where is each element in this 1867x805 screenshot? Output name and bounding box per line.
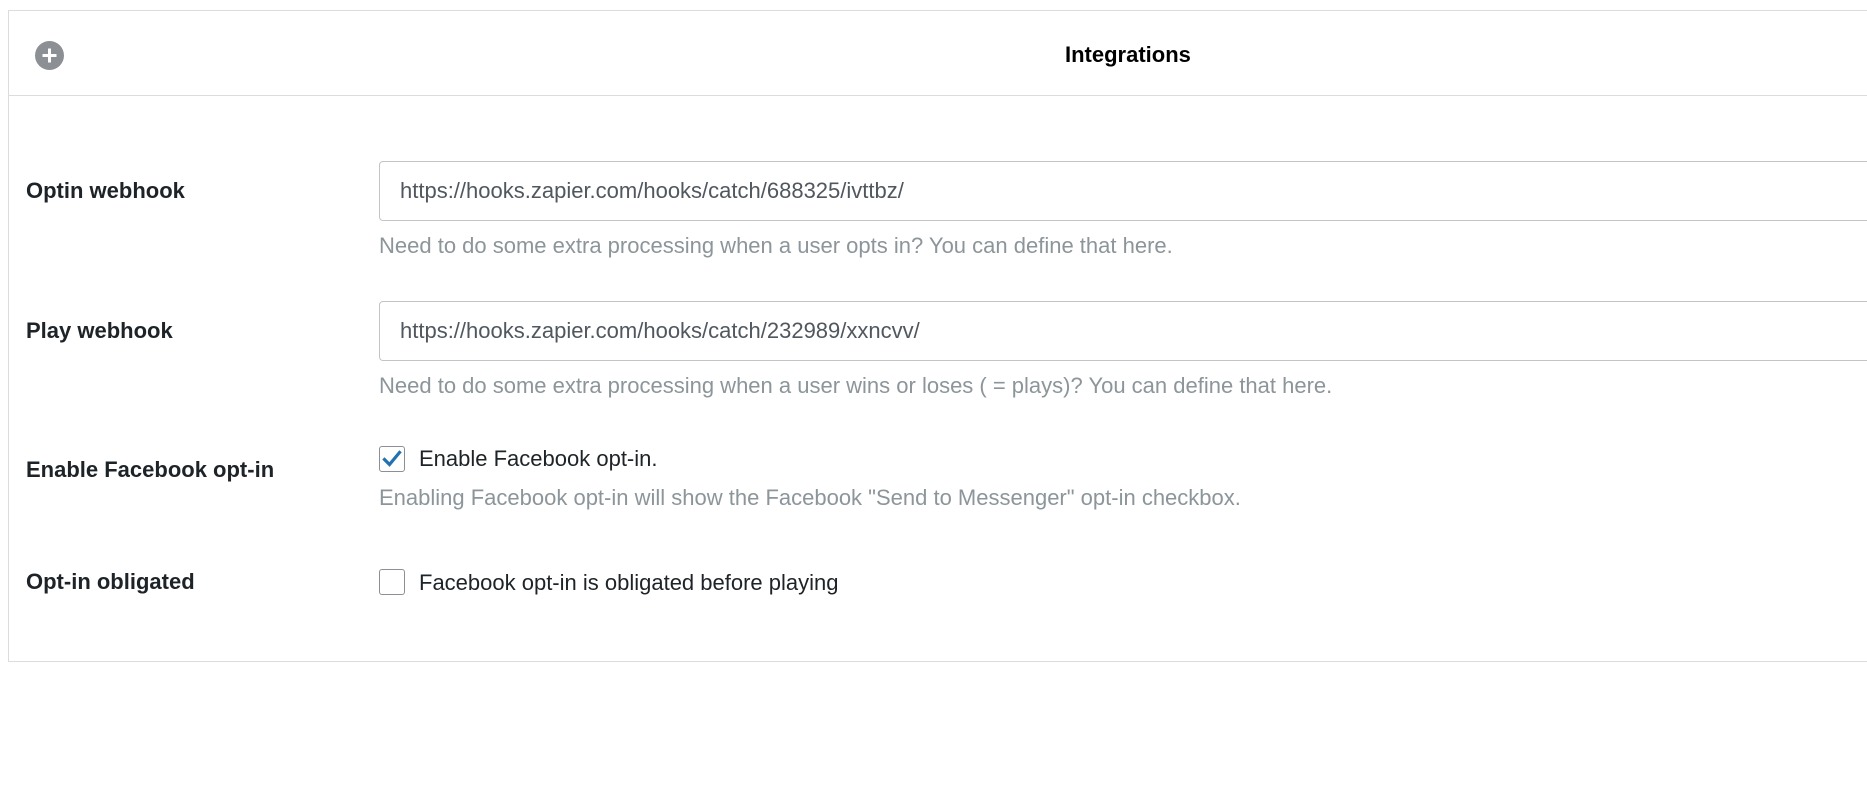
integrations-panel: Integrations Optin webhook Need to do so… xyxy=(8,10,1867,662)
plus-circle-icon xyxy=(42,48,57,63)
facebook-optin-checkbox-label[interactable]: Enable Facebook opt-in. xyxy=(419,445,658,473)
panel-title: Integrations xyxy=(1065,42,1191,67)
optin-webhook-label: Optin webhook xyxy=(26,178,185,203)
optin-webhook-help: Need to do some extra processing when a … xyxy=(379,233,1173,258)
optin-webhook-input[interactable] xyxy=(379,161,1867,221)
panel-header: Integrations xyxy=(9,11,1867,96)
play-webhook-label: Play webhook xyxy=(26,318,173,343)
checkmark-icon xyxy=(382,450,402,467)
play-webhook-help: Need to do some extra processing when a … xyxy=(379,373,1333,398)
optin-obligated-checkbox-label[interactable]: Facebook opt-in is obligated before play… xyxy=(419,569,839,597)
facebook-optin-checkbox[interactable] xyxy=(379,446,405,472)
optin-obligated-checkbox[interactable] xyxy=(379,569,405,595)
facebook-optin-help: Enabling Facebook opt-in will show the F… xyxy=(379,485,1241,510)
optin-obligated-label: Opt-in obligated xyxy=(26,569,195,594)
expand-toggle-button[interactable] xyxy=(35,41,64,70)
facebook-optin-label: Enable Facebook opt-in xyxy=(26,457,275,482)
play-webhook-input[interactable] xyxy=(379,301,1867,361)
